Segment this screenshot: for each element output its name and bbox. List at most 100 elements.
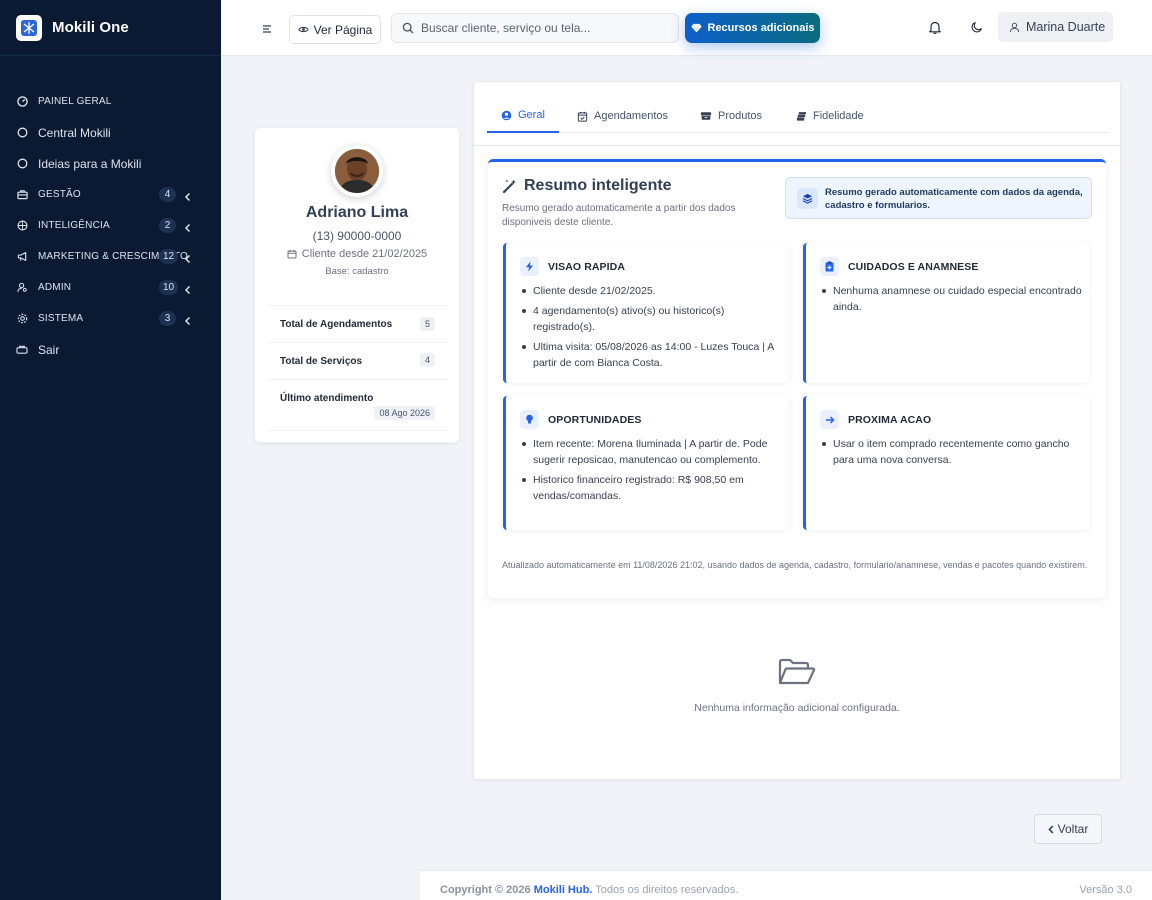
moon-icon[interactable]: [968, 18, 986, 36]
sidebar-item-sair[interactable]: Sair: [0, 334, 221, 365]
tab-label: Produtos: [718, 110, 763, 122]
box-header: CUIDADOS E ANAMNESE: [820, 257, 978, 276]
logout-icon: [16, 344, 28, 356]
tab-fidelidade[interactable]: Fidelidade: [782, 99, 878, 133]
topbar: Ver Página Recursos adicionais Marina Du…: [221, 0, 1152, 56]
arrow-right-icon: [820, 410, 839, 429]
chevron-left-icon: [184, 220, 192, 233]
sidebar-item-ideias[interactable]: Ideias para a Mokili: [0, 148, 221, 179]
layers-icon: [797, 188, 818, 209]
footer-rights: Todos os direitos reservados.: [595, 884, 739, 896]
stat-agendamentos: Total de Agendamentos 5: [268, 305, 448, 342]
footer-hub-link[interactable]: Mokili Hub.: [534, 884, 593, 896]
tabs: Geral Agendamentos Produtos Fidelidade: [487, 99, 1108, 133]
count-badge: 12: [159, 249, 179, 264]
user-icon: [1009, 22, 1020, 33]
stat-label: Último atendimento: [280, 393, 374, 404]
tab-geral[interactable]: Geral: [487, 99, 559, 133]
tab-label: Agendamentos: [594, 110, 668, 122]
briefcase-icon: [16, 189, 28, 201]
user-cog-icon: [16, 282, 28, 294]
user-circle-icon: [501, 110, 512, 121]
summary-title: Resumo inteligente: [502, 177, 672, 195]
voltar-button[interactable]: Voltar: [1034, 814, 1102, 844]
stat-label: Total de Serviços: [280, 356, 363, 367]
boxes-icon: [700, 111, 712, 121]
summary-note-text: Resumo gerado automaticamente com dados …: [825, 187, 1083, 211]
summary-subtitle: Resumo gerado automaticamente a partir d…: [502, 203, 736, 228]
lightbulb-icon: [520, 410, 539, 429]
menu-toggle-icon[interactable]: [262, 21, 272, 33]
sidebar-item-inteligencia[interactable]: INTELIGÊNCIA 2: [0, 210, 221, 241]
sidebar-item-painel-geral[interactable]: PAINEL GERAL: [0, 86, 221, 117]
eye-icon: [297, 24, 309, 35]
sidebar-item-admin[interactable]: ADMIN 10: [0, 272, 221, 303]
bell-icon[interactable]: [926, 18, 944, 36]
chevron-left-icon: [184, 189, 192, 202]
tab-label: Geral: [518, 109, 545, 121]
empty-state-text: Nenhuma informação adicional configurada…: [694, 702, 900, 714]
list-item: Ultima visita: 05/08/2026 as 14:00 - Luz…: [520, 339, 782, 371]
box-header: VISAO RAPIDA: [520, 257, 625, 276]
box-list: Cliente desde 21/02/2025. 4 agendamento(…: [520, 283, 782, 375]
circle-icon: [16, 158, 28, 170]
chevron-left-icon: [1048, 824, 1054, 834]
footer-copyright: Copyright © 2026 Mokili Hub. Todos os di…: [440, 884, 738, 896]
list-item: Nenhuma anamnese ou cuidado especial enc…: [820, 283, 1082, 315]
ver-pagina-button[interactable]: Ver Página: [289, 15, 381, 44]
box-cuidados-anamnese: CUIDADOS E ANAMNESE Nenhuma anamnese ou …: [803, 243, 1089, 383]
box-title: OPORTUNIDADES: [548, 413, 642, 426]
box-header: PROXIMA ACAO: [820, 410, 931, 429]
list-item: Cliente desde 21/02/2025.: [520, 283, 782, 299]
sidebar-item-central-mokili[interactable]: Central Mokili: [0, 117, 221, 148]
voltar-label: Voltar: [1057, 822, 1089, 836]
box-title: VISAO RAPIDA: [548, 260, 626, 273]
ver-pagina-label: Ver Página: [313, 22, 373, 37]
calendar-check-icon: [577, 111, 588, 122]
stat-badge: 4: [419, 353, 435, 367]
brand[interactable]: Mokili One: [0, 0, 221, 56]
sidebar-item-gestao[interactable]: GESTÃO 4: [0, 179, 221, 210]
folder-open-icon: [778, 658, 816, 688]
sidebar-nav: PAINEL GERAL Central Mokili Ideias para …: [0, 86, 221, 365]
recursos-adicionais-button[interactable]: Recursos adicionais: [685, 13, 820, 43]
count-badge: 10: [159, 280, 179, 295]
chevron-left-icon: [184, 251, 192, 264]
chevron-left-icon: [184, 282, 192, 295]
dashboard-icon: [16, 96, 28, 108]
sidebar-item-label: ADMIN: [38, 282, 72, 293]
megaphone-icon: [16, 251, 28, 263]
box-list: Item recente: Morena Iluminada | A parti…: [520, 436, 782, 508]
client-profile-card: Adriano Lima (13) 90000-0000 Cliente des…: [254, 127, 460, 443]
tab-produtos[interactable]: Produtos: [686, 99, 776, 133]
list-item: Item recente: Morena Iluminada | A parti…: [520, 436, 782, 468]
sidebar-item-sistema[interactable]: SISTEMA 3: [0, 303, 221, 334]
box-visao-rapida: VISAO RAPIDA Cliente desde 21/02/2025. 4…: [503, 243, 789, 383]
summary-footer: Atualizado automaticamente em 11/08/2026…: [502, 560, 1088, 570]
search-input[interactable]: [421, 21, 661, 35]
brand-name: Mokili One: [52, 19, 129, 36]
user-menu-button[interactable]: Marina Duarte: [998, 12, 1113, 42]
user-name: Marina Duarte: [1026, 20, 1106, 34]
search-box[interactable]: [391, 13, 679, 43]
sidebar-item-label: Central Mokili: [38, 125, 111, 140]
calendar-icon: [287, 249, 297, 259]
list-item: Historico financeiro registrado: R$ 908,…: [520, 472, 782, 504]
magic-wand-icon: [502, 178, 518, 194]
brain-icon: [16, 220, 28, 232]
recursos-adicionais-label: Recursos adicionais: [707, 22, 815, 34]
copyright-text: Copyright © 2026: [440, 884, 531, 896]
client-detail-panel: Geral Agendamentos Produtos Fidelidade R…: [473, 81, 1121, 780]
sidebar-item-marketing[interactable]: MARKETING & CRESCIMENTO 12: [0, 241, 221, 272]
stat-servicos: Total de Serviços 4: [268, 342, 448, 379]
tab-agendamentos[interactable]: Agendamentos: [563, 99, 682, 133]
box-oportunidades: OPORTUNIDADES Item recente: Morena Ilumi…: [503, 396, 789, 530]
count-badge: 4: [159, 187, 176, 202]
sidebar-item-label: Ideias para a Mokili: [38, 156, 142, 171]
search-icon: [402, 22, 414, 34]
box-list: Usar o item comprado recentemente como g…: [820, 436, 1082, 472]
stat-badge: 5: [419, 317, 435, 331]
divider: [474, 145, 1120, 146]
sidebar: Mokili One PAINEL GERAL Central Mokili I…: [0, 0, 221, 900]
avatar: [331, 145, 383, 197]
